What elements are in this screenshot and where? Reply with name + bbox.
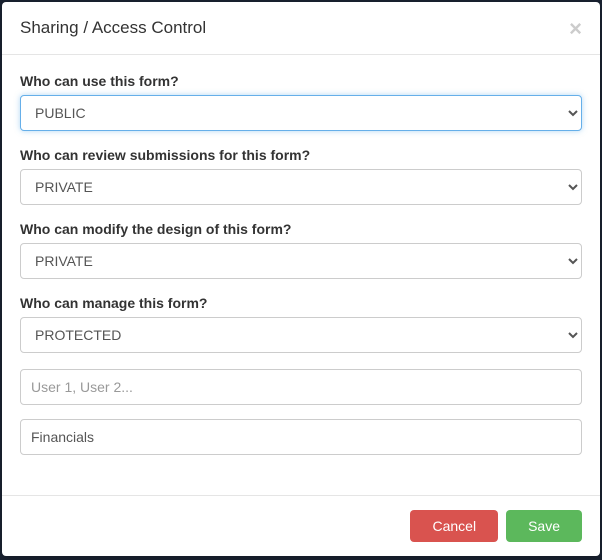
modal-header: Sharing / Access Control × bbox=[2, 2, 600, 55]
input-groups[interactable] bbox=[20, 419, 582, 455]
field-review-submissions: Who can review submissions for this form… bbox=[20, 147, 582, 205]
select-review-submissions[interactable]: PRIVATE bbox=[20, 169, 582, 205]
field-use-form: Who can use this form? PUBLIC bbox=[20, 73, 582, 131]
label-review-submissions: Who can review submissions for this form… bbox=[20, 147, 582, 163]
field-groups bbox=[20, 419, 582, 455]
label-manage-form: Who can manage this form? bbox=[20, 295, 582, 311]
modal-title: Sharing / Access Control bbox=[20, 18, 206, 38]
input-users[interactable] bbox=[20, 369, 582, 405]
modal-body: Who can use this form? PUBLIC Who can re… bbox=[2, 55, 600, 495]
field-users bbox=[20, 369, 582, 405]
select-use-form[interactable]: PUBLIC bbox=[20, 95, 582, 131]
close-icon[interactable]: × bbox=[569, 18, 582, 40]
select-manage-form[interactable]: PROTECTED bbox=[20, 317, 582, 353]
modal-footer: Cancel Save bbox=[2, 495, 600, 556]
sharing-access-modal: Sharing / Access Control × Who can use t… bbox=[2, 2, 600, 556]
save-button[interactable]: Save bbox=[506, 510, 582, 542]
cancel-button[interactable]: Cancel bbox=[410, 510, 498, 542]
field-modify-design: Who can modify the design of this form? … bbox=[20, 221, 582, 279]
label-modify-design: Who can modify the design of this form? bbox=[20, 221, 582, 237]
select-modify-design[interactable]: PRIVATE bbox=[20, 243, 582, 279]
field-manage-form: Who can manage this form? PROTECTED bbox=[20, 295, 582, 353]
label-use-form: Who can use this form? bbox=[20, 73, 582, 89]
